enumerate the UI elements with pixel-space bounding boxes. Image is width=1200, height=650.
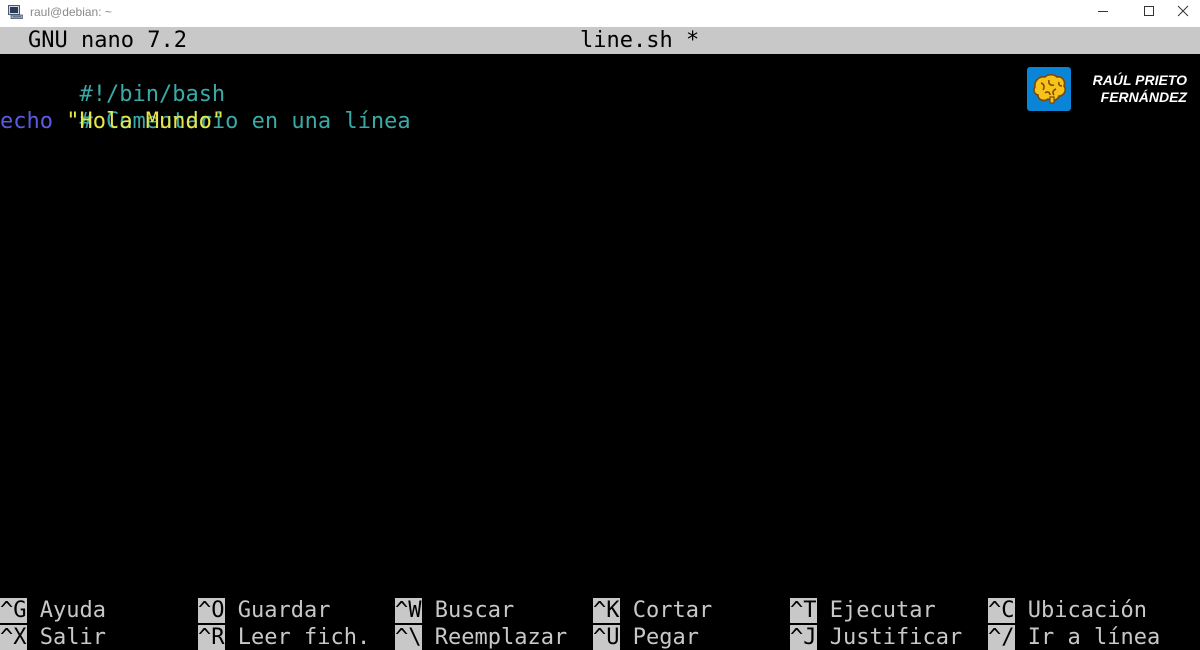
window-title: raul@debian: ~ [30,5,112,19]
shortcut-replace[interactable]: ^\ Reemplazar [395,624,567,650]
shortcut-key: ^O [198,598,225,623]
close-button[interactable] [1160,0,1200,22]
shortcut-key: ^U [593,625,620,650]
logo-text: RAÚL PRIETO FERNÁNDEZ [1075,72,1187,106]
shortcut-label: Leer fich. [237,625,371,650]
author-logo: RAÚL PRIETO FERNÁNDEZ [1027,67,1187,111]
minimize-icon [1098,11,1108,12]
nano-header-bar: GNU nano 7.2 line.sh * [0,27,1200,54]
shortcut-label: Pegar [632,625,699,650]
maximize-icon [1144,6,1154,16]
nano-version: GNU nano 7.2 [28,28,187,53]
shortcut-label: Buscar [434,598,515,623]
shortcut-location[interactable]: ^C Ubicación [988,597,1147,624]
shortcut-key: ^W [395,598,422,623]
shortcut-key: ^R [198,625,225,650]
shortcut-paste[interactable]: ^U Pegar [593,624,699,650]
shortcut-cut[interactable]: ^K Cortar [593,597,712,624]
shortcut-key: ^/ [988,625,1015,650]
shortcut-justify[interactable]: ^J Justificar [790,624,962,650]
shortcut-save[interactable]: ^O Guardar [198,597,330,624]
close-icon [1177,5,1189,17]
string-literal: "Hola Mundo" [66,109,226,134]
shortcut-label: Cortar [632,598,713,623]
shortcut-bar: ^G Ayuda ^O Guardar ^W Buscar ^K Cortar … [0,597,1200,650]
minimize-button[interactable] [1080,0,1126,22]
shortcut-key: ^\ [395,625,422,650]
shortcut-exit[interactable]: ^X Salir [0,624,106,650]
window-titlebar[interactable]: raul@debian: ~ [0,0,1200,27]
shortcut-label: Ir a línea [1027,625,1161,650]
terminal-app-icon[interactable] [8,5,24,19]
shortcut-key: ^X [0,625,27,650]
shortcut-label: Reemplazar [434,625,568,650]
terminal-window: raul@debian: ~ GNU nano 7.2 line.sh * #!… [0,0,1200,650]
terminal-area[interactable]: GNU nano 7.2 line.sh * #!/bin/bash # Com… [0,27,1200,650]
shortcut-key: ^G [0,598,27,623]
echo-keyword: echo [0,109,53,134]
brain-icon [1033,73,1066,104]
shortcut-label: Salir [39,625,106,650]
code-line-2[interactable]: # Comentario en una línea [0,81,410,134]
shortcut-execute[interactable]: ^T Ejecutar [790,597,936,624]
shortcut-label: Guardar [237,598,331,623]
shortcut-label: Ayuda [39,598,106,623]
shortcut-key: ^T [790,598,817,623]
shortcut-label: Justificar [829,625,963,650]
shortcut-help[interactable]: ^G Ayuda [0,597,106,624]
shortcut-key: ^K [593,598,620,623]
file-name: line.sh * [580,28,700,53]
shortcut-key: ^J [790,625,817,650]
code-line-1[interactable]: #!/bin/bash [0,54,225,107]
shortcut-label: Ejecutar [829,598,936,623]
shortcut-key: ^C [988,598,1015,623]
logo-name-line2: FERNÁNDEZ [1100,89,1187,105]
shortcut-read-file[interactable]: ^R Leer fich. [198,624,370,650]
logo-name-line1: RAÚL PRIETO [1092,72,1187,88]
code-line-3[interactable]: echo "Hola Mundo" [0,108,225,135]
shortcut-label: Ubicación [1027,598,1147,623]
shortcut-go-to-line[interactable]: ^/ Ir a línea [988,624,1160,650]
logo-badge [1027,67,1071,111]
shortcut-search[interactable]: ^W Buscar [395,597,514,624]
